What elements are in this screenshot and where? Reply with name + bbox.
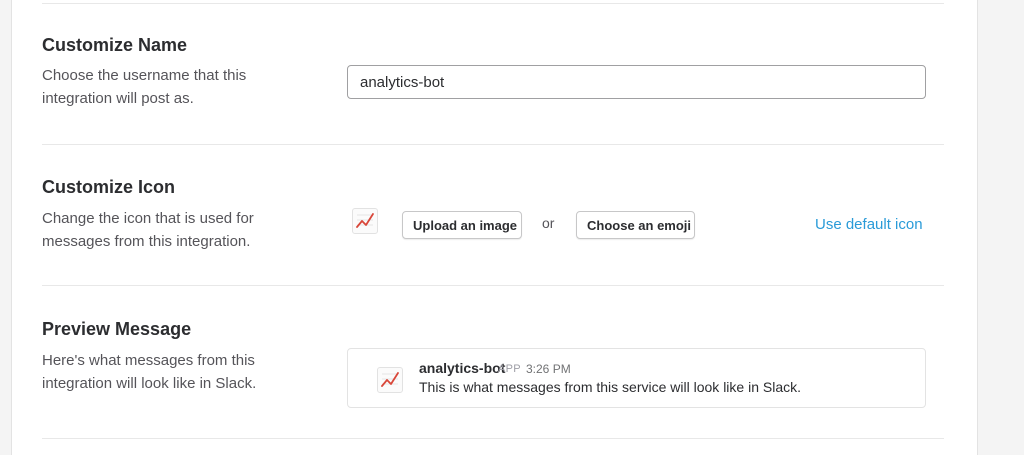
chart-increasing-icon [377, 367, 403, 393]
customize-name-description: Choose the username that this integratio… [42, 67, 247, 107]
use-default-icon-link[interactable]: Use default icon [815, 216, 923, 233]
or-separator: or [542, 215, 555, 231]
app-badge: APP [498, 363, 521, 375]
section-divider [42, 144, 944, 145]
preview-message-text: This is what messages from this service … [419, 379, 802, 395]
choose-emoji-button[interactable]: Choose an emoji [576, 211, 695, 239]
preview-timestamp: 3:26 PM [526, 362, 571, 376]
preview-message-description: Here's what messages from this integrati… [42, 352, 257, 392]
preview-message-title: Preview Message [42, 319, 192, 339]
customize-icon-description: Change the icon that is used for message… [42, 210, 254, 250]
chart-increasing-icon [352, 208, 378, 234]
preview-message-box: analytics-bot APP 3:26 PM This is what m… [347, 348, 926, 408]
customize-name-title: Customize Name [42, 35, 188, 55]
top-divider [42, 3, 944, 4]
username-input[interactable] [347, 65, 926, 99]
upload-image-button[interactable]: Upload an image [402, 211, 522, 239]
section-divider [42, 438, 944, 439]
section-divider [42, 285, 944, 286]
customize-icon-title: Customize Icon [42, 177, 176, 197]
preview-username: analytics-bot [419, 360, 506, 376]
